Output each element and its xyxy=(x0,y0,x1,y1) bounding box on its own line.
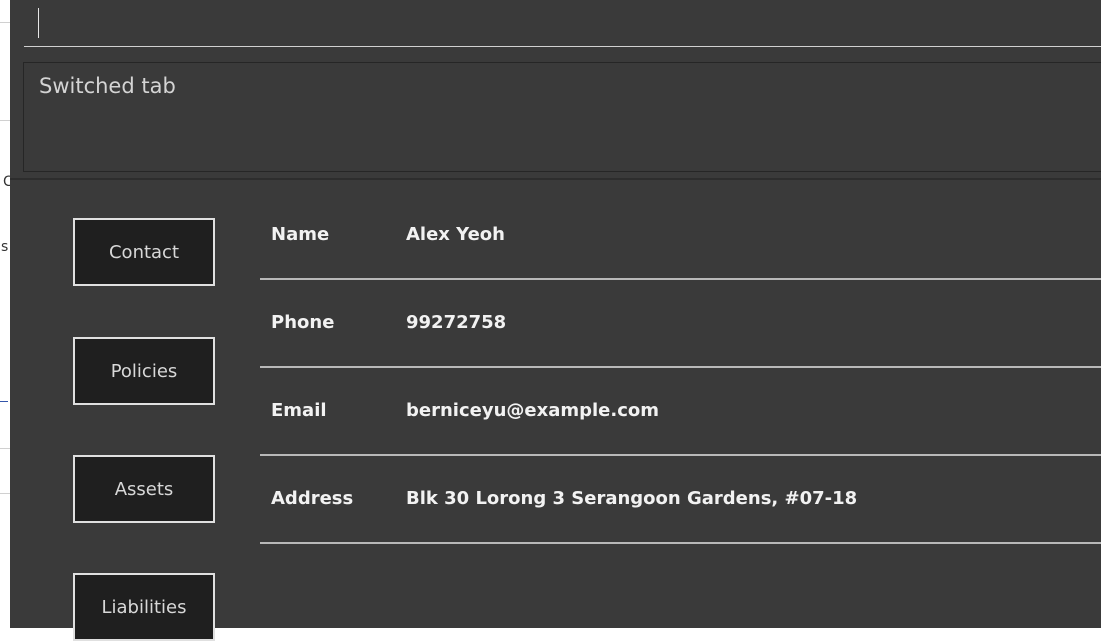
detail-row-phone: Phone 99272758 xyxy=(260,280,1101,368)
detail-label: Address xyxy=(271,488,354,509)
tab-contact[interactable]: Contact xyxy=(73,218,215,286)
command-input[interactable] xyxy=(24,0,1101,47)
background-text: s xyxy=(1,239,9,255)
tab-policies[interactable]: Policies xyxy=(73,337,215,405)
detail-row-email: Email berniceyu@example.com xyxy=(260,368,1101,456)
tab-liabilities[interactable]: Liabilities xyxy=(73,573,215,641)
background-link-underline xyxy=(0,401,8,402)
background-divider xyxy=(0,493,10,494)
detail-value: 99272758 xyxy=(406,312,507,333)
background-divider xyxy=(0,448,10,449)
background-divider xyxy=(0,120,10,121)
result-display: Switched tab xyxy=(23,62,1101,172)
background-divider xyxy=(0,22,10,23)
text-caret xyxy=(38,8,39,38)
contact-details-table: Name Alex Yeoh Phone 99272758 Email bern… xyxy=(260,192,1101,544)
detail-value: berniceyu@example.com xyxy=(406,400,659,421)
detail-value: Alex Yeoh xyxy=(406,224,505,245)
detail-row-address: Address Blk 30 Lorong 3 Serangoon Garden… xyxy=(260,456,1101,544)
result-message: Switched tab xyxy=(39,74,176,98)
detail-value: Blk 30 Lorong 3 Serangoon Gardens, #07-1… xyxy=(406,488,858,509)
detail-label: Phone xyxy=(271,312,335,333)
detail-row-name: Name Alex Yeoh xyxy=(260,192,1101,280)
app-window: Switched tab Contact Policies Assets Lia… xyxy=(10,0,1101,641)
panel-divider xyxy=(10,178,1101,180)
detail-label: Email xyxy=(271,400,327,421)
background-window-edge: C s xyxy=(0,0,13,628)
detail-label: Name xyxy=(271,224,330,245)
tab-assets[interactable]: Assets xyxy=(73,455,215,523)
